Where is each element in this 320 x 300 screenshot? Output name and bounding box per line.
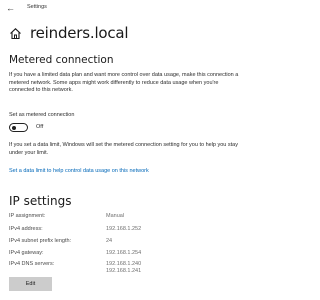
ip-settings-heading: IP settings xyxy=(9,194,72,208)
page-header: reinders.local xyxy=(9,23,129,43)
toggle-knob xyxy=(12,125,16,130)
app-title: Settings xyxy=(27,4,47,10)
title-bar: ← Settings xyxy=(0,0,253,17)
ipv4-dns-label: IPv4 DNS servers: xyxy=(9,261,55,267)
ipv4-dns-value-secondary: 192.168.1.241 xyxy=(106,268,142,274)
ipv4-gateway-value: 192.168.1.254 xyxy=(106,250,142,256)
data-limit-link[interactable]: Set a data limit to help control data us… xyxy=(9,168,149,174)
metered-description: If you have a limited data plan and want… xyxy=(9,72,239,93)
ipv4-address-label: IPv4 address: xyxy=(9,226,43,232)
page-title: reinders.local xyxy=(30,24,129,42)
home-icon xyxy=(9,27,22,40)
edit-button[interactable]: Edit xyxy=(9,277,52,291)
ipv4-gateway-label: IPv4 gateway: xyxy=(9,250,44,256)
ipv4-dns-value-primary: 192.168.1.240 xyxy=(106,261,142,267)
subnet-prefix-label: IPv4 subnet prefix length: xyxy=(9,238,72,244)
ip-assignment-label: IP assignment: xyxy=(9,213,46,219)
metered-toggle-state: Off xyxy=(36,124,44,130)
metered-toggle-label: Set as metered connection xyxy=(9,112,75,118)
subnet-prefix-value: 24 xyxy=(106,238,113,244)
ipv4-address-value: 192.168.1.252 xyxy=(106,226,142,232)
metered-connection-heading: Metered connection xyxy=(9,54,114,66)
data-limit-description: If you set a data limit, Windows will se… xyxy=(9,142,238,156)
ip-assignment-value: Manual xyxy=(106,213,125,219)
back-arrow-icon[interactable]: ← xyxy=(6,2,15,14)
metered-toggle[interactable] xyxy=(9,123,28,132)
